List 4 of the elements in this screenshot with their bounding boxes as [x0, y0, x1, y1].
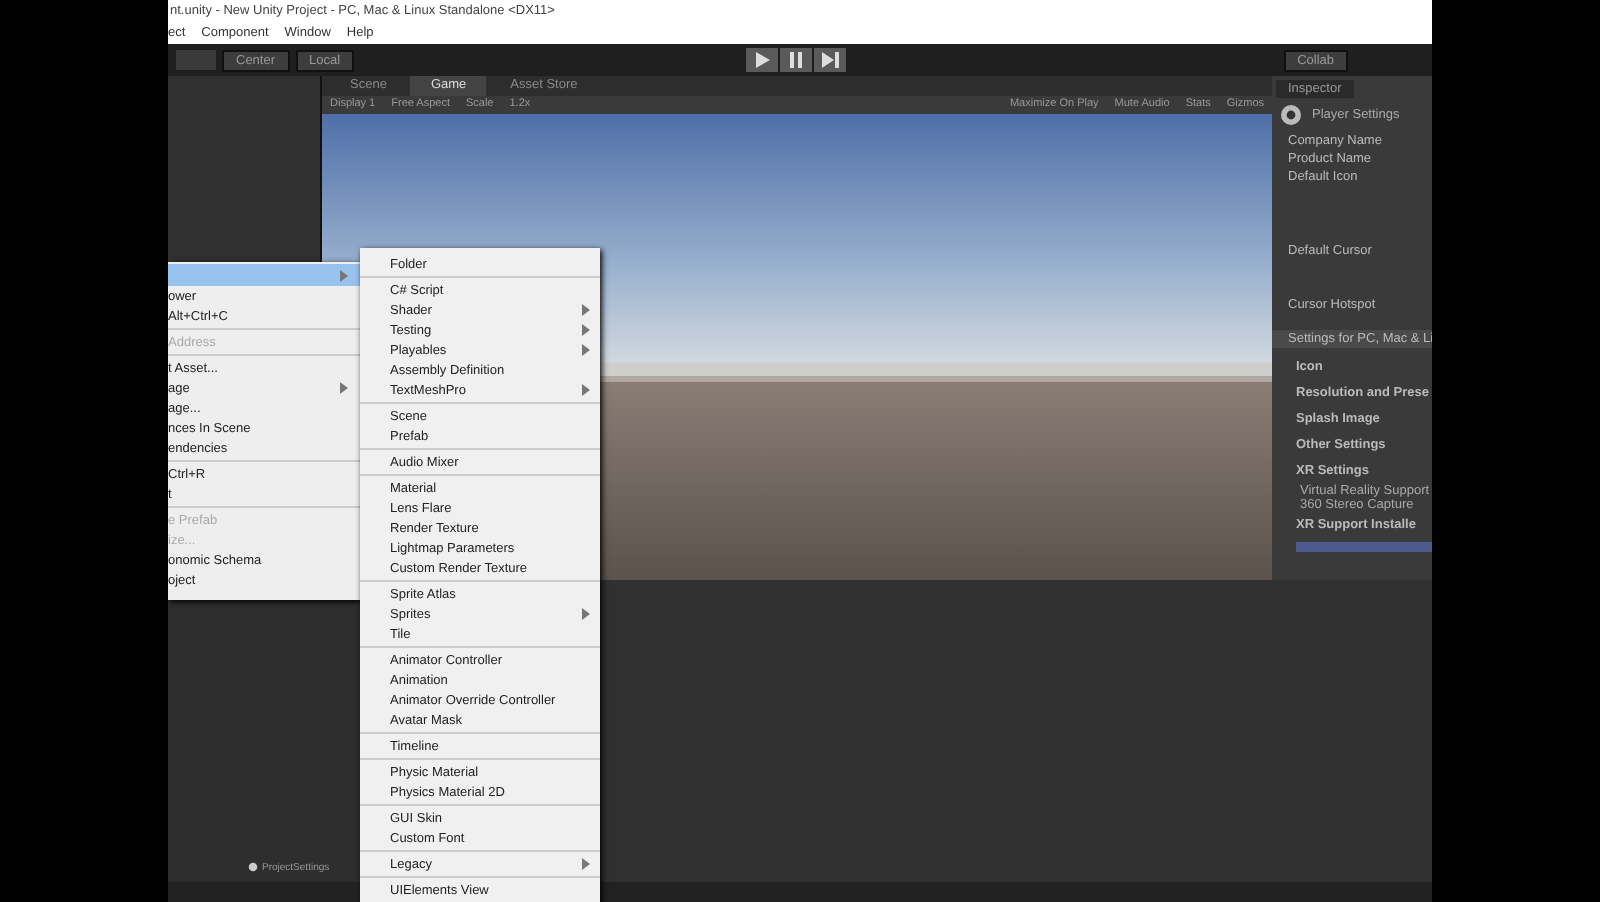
play-icon[interactable]: [746, 48, 778, 72]
settings-icon: [1280, 104, 1302, 126]
pause-icon[interactable]: [780, 48, 812, 72]
step-icon[interactable]: [814, 48, 846, 72]
